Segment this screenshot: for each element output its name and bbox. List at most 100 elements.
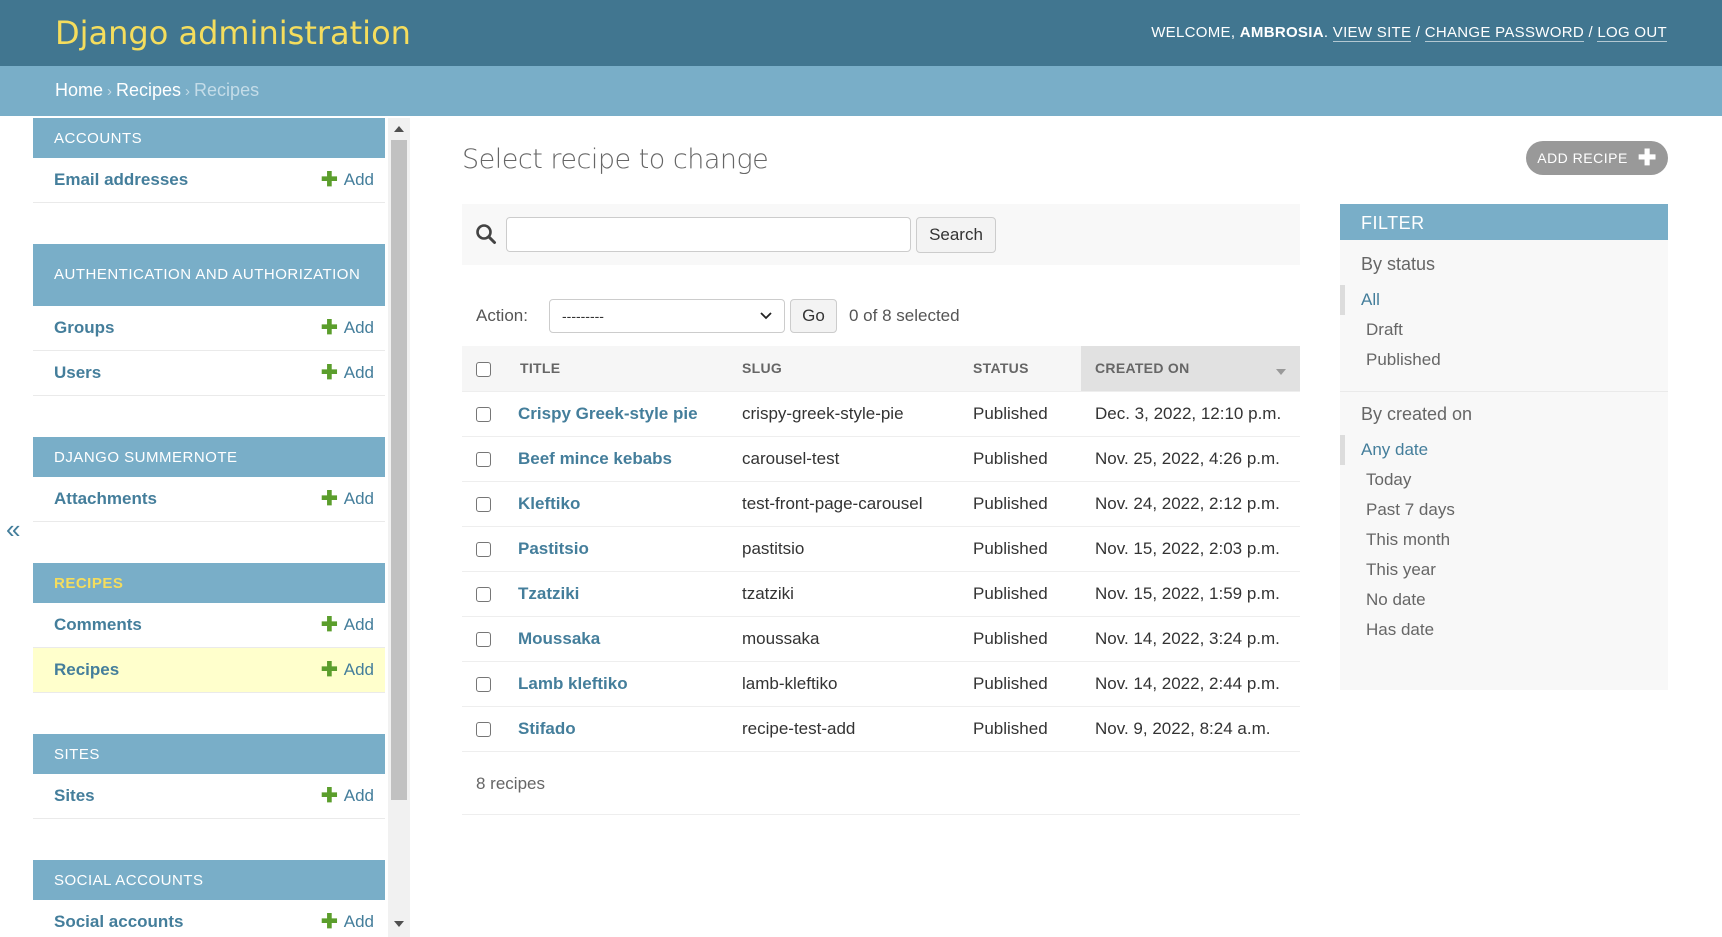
row-checkbox[interactable] [476,631,491,647]
scroll-down-arrow-icon[interactable] [394,921,404,927]
recipe-link[interactable]: Lamb kleftiko [518,674,628,693]
plus-icon: ✚ [320,785,338,807]
row-checkbox[interactable] [476,451,491,467]
add-comment-link[interactable]: ✚ Add [321,615,374,635]
plus-icon: ✚ [320,614,338,636]
table-row: Beef mince kebabs carousel-test Published N… [462,436,1300,482]
filter-option-created-on: Any date [1340,435,1668,465]
filter-option-link[interactable]: Any date [1361,440,1428,460]
module-caption-summernote[interactable]: Django Summernote [33,437,385,477]
go-button[interactable]: Go [790,299,837,333]
scrollbar-thumb[interactable] [391,140,407,800]
search-input[interactable] [506,217,911,252]
add-site-link[interactable]: ✚ Add [321,786,374,806]
column-header-title[interactable]: Title [518,346,742,392]
row-checkbox[interactable] [476,406,491,422]
module-caption-recipes[interactable]: Recipes [33,563,385,603]
filter-option-status: Draft [1340,315,1668,345]
filter-option-link[interactable]: Draft [1366,320,1403,340]
column-header-label: Slug [742,360,783,377]
recipe-link[interactable]: Stifado [518,719,576,738]
sidebar-item-label[interactable]: Recipes [54,660,119,680]
cell-status: Published [973,436,1081,482]
column-header-label: Status [973,360,1029,377]
column-header-status[interactable]: Status [973,346,1081,392]
site-branding[interactable]: Django administration [55,14,411,52]
add-user-link[interactable]: ✚ Add [321,363,374,383]
recipe-link[interactable]: Pastitsio [518,539,589,558]
filter-option-link[interactable]: This month [1366,530,1450,550]
chevron-down-icon [760,312,772,320]
sidebar-item-label[interactable]: Comments [54,615,142,635]
sidebar-item-label[interactable]: Attachments [54,489,157,509]
view-site-link[interactable]: View site [1332,24,1412,42]
add-label: Add [343,615,374,634]
breadcrumb: Home › Recipes › Recipes [0,66,1722,116]
table-row: Kleftiko test-front-page-carousel Publishe… [462,481,1300,527]
cell-slug: pastitsio [742,526,973,572]
filter-option-link[interactable]: Today [1366,470,1411,490]
sidebar-item-label[interactable]: Sites [54,786,95,806]
row-checkbox[interactable] [476,676,491,692]
cell-slug: tzatziki [742,571,973,617]
filter-option-link[interactable]: This year [1366,560,1436,580]
add-social-account-link[interactable]: ✚ Add [321,912,374,932]
row-checkbox[interactable] [476,496,491,512]
table-row: Tzatziki tzatziki Published Nov. 15, 2022, … [462,571,1300,617]
sidebar-item-label[interactable]: Users [54,363,101,383]
column-header-slug[interactable]: Slug [742,346,973,392]
add-group-link[interactable]: ✚ Add [321,318,374,338]
filter-option-link[interactable]: All [1361,290,1380,310]
add-label: Add [343,786,374,805]
add-recipe-button[interactable]: Add recipe ✚ [1526,141,1668,175]
sidebar-item-label[interactable]: Social accounts [54,912,183,932]
recipe-link[interactable]: Kleftiko [518,494,580,513]
breadcrumb-home[interactable]: Home [55,80,103,100]
scroll-up-arrow-icon[interactable] [394,126,404,132]
filter-list-created-on: Any date Today Past 7 days This month This y… [1340,435,1668,645]
breadcrumb-app[interactable]: Recipes [116,80,181,100]
filter-list-status: All Draft Published [1340,285,1668,375]
row-checkbox[interactable] [476,541,491,557]
module-caption-sites[interactable]: Sites [33,734,385,774]
row-checkbox[interactable] [476,586,491,602]
select-all-checkbox[interactable] [476,361,491,377]
add-attachment-link[interactable]: ✚ Add [321,489,374,509]
module-caption-auth[interactable]: Authentication and Authorization [33,244,385,306]
sidebar-scrollbar[interactable] [388,118,410,937]
recipe-link[interactable]: Tzatziki [518,584,579,603]
paginator: 8 recipes [462,757,1300,815]
search-button[interactable]: Search [916,217,996,253]
log-out-link[interactable]: Log out [1597,24,1667,42]
filter-option-link[interactable]: No date [1366,590,1426,610]
filter-option-link[interactable]: Past 7 days [1366,500,1455,520]
table-row: Stifado recipe-test-add Published Nov. 9, 2… [462,706,1300,752]
recipe-link[interactable]: Moussaka [518,629,600,648]
action-select-value: --------- [562,308,604,324]
add-label: Add [343,363,374,382]
sidebar-item-label[interactable]: Email addresses [54,170,188,190]
actions-bar: Action: --------- Go 0 of 8 selected [462,296,1300,342]
change-password-link[interactable]: Change password [1424,24,1584,42]
cell-title: Lamb kleftiko [518,661,742,707]
filter-option-link[interactable]: Published [1366,350,1441,370]
filter-option-status: Published [1340,345,1668,375]
recipe-link[interactable]: Crispy Greek-style pie [518,404,698,423]
action-select[interactable]: --------- [549,299,785,333]
add-email-address-link[interactable]: ✚ Add [321,170,374,190]
recipe-link[interactable]: Beef mince kebabs [518,449,672,468]
result-table: Title Slug Status Created on Crispy Gree… [462,346,1300,752]
add-label: Add [343,318,374,337]
sort-descending-icon[interactable] [1276,369,1286,375]
plus-icon: ✚ [320,169,338,191]
add-recipe-link[interactable]: ✚ Add [321,660,374,680]
plus-icon: ✚ [320,362,338,384]
sidebar-item-label[interactable]: Groups [54,318,114,338]
cell-status: Published [973,661,1081,707]
module-caption-accounts[interactable]: Accounts [33,118,385,158]
filter-option-link[interactable]: Has date [1366,620,1434,640]
module-caption-social-accounts[interactable]: Social Accounts [33,860,385,900]
column-header-created-on[interactable]: Created on [1081,346,1300,392]
row-checkbox[interactable] [476,721,491,737]
toggle-nav-sidebar-button[interactable]: « [6,514,20,545]
